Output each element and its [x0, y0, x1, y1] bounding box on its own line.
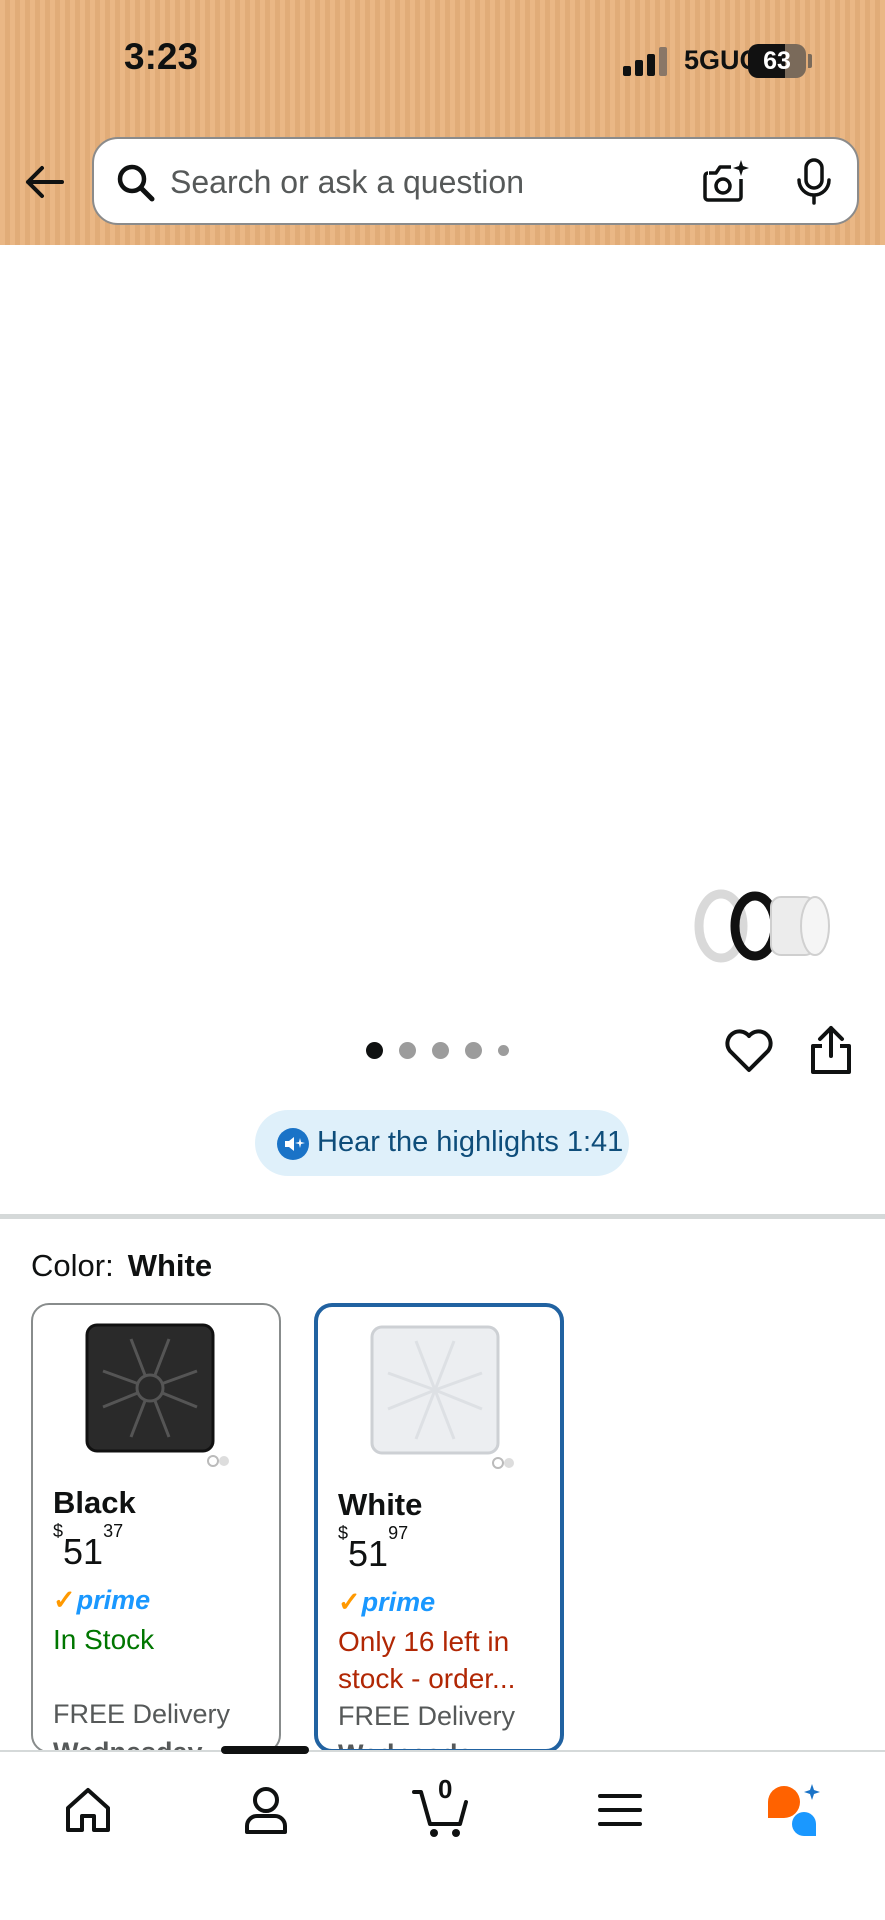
search-icon	[117, 164, 155, 202]
option-name: Black	[53, 1485, 136, 1520]
bottom-nav: 0	[0, 1746, 885, 1920]
carousel-dot[interactable]	[465, 1042, 482, 1059]
selected-color: White	[127, 1248, 213, 1283]
header: 3:23 5GUC 63	[0, 0, 885, 245]
swatch-image-white	[370, 1325, 514, 1469]
mic-icon[interactable]	[794, 157, 834, 207]
prime-check-icon: ✓	[338, 1587, 361, 1617]
cart-count: 0	[438, 1774, 453, 1804]
product-image[interactable]	[40, 235, 770, 885]
status-time: 3:23	[124, 36, 199, 77]
active-tab-indicator	[221, 1746, 309, 1754]
rufus-assistant-icon[interactable]	[764, 1780, 824, 1840]
option-name: White	[338, 1487, 423, 1522]
search-bar[interactable]	[92, 137, 859, 225]
stock-status: In Stock	[53, 1624, 155, 1655]
swatch-image-black	[85, 1323, 229, 1467]
prime-check-icon: ✓	[53, 1585, 76, 1615]
signal-icon	[623, 46, 669, 76]
color-label: Color:	[31, 1248, 114, 1283]
section-divider	[0, 1214, 885, 1219]
audio-sparkle-icon	[277, 1128, 309, 1160]
option-price: $5197	[338, 1523, 409, 1574]
carousel-dot[interactable]	[399, 1042, 416, 1059]
share-icon[interactable]	[808, 1024, 854, 1076]
hear-highlights-button[interactable]: Hear the highlights 1:41	[255, 1110, 629, 1176]
heart-icon[interactable]	[723, 1024, 775, 1076]
color-selector-heading: Color: White	[31, 1248, 212, 1284]
carousel-dot[interactable]	[498, 1045, 509, 1056]
accessory-thumbnail	[694, 889, 830, 963]
prime-badge: ✓prime	[338, 1587, 436, 1617]
delivery-info: FREE Delivery	[53, 1699, 231, 1729]
cart-button[interactable]: 0	[412, 1774, 472, 1840]
delivery-info: FREE Delivery	[338, 1701, 516, 1731]
search-input[interactable]	[170, 153, 660, 211]
carousel-dot[interactable]	[366, 1042, 383, 1059]
hear-highlights-label: Hear the highlights 1:41	[317, 1126, 624, 1158]
back-arrow-icon[interactable]	[22, 160, 66, 204]
menu-icon[interactable]	[590, 1780, 650, 1840]
option-price: $5137	[53, 1521, 124, 1572]
stock-status: Only 16 left in stock - order...	[338, 1626, 516, 1694]
carousel-dot[interactable]	[432, 1042, 449, 1059]
prime-badge: ✓prime	[53, 1585, 151, 1615]
battery-icon: 63	[748, 44, 806, 78]
camera-icon[interactable]	[701, 157, 751, 207]
account-icon[interactable]	[236, 1780, 296, 1840]
home-icon[interactable]	[58, 1780, 118, 1840]
battery-percent: 63	[763, 47, 791, 75]
color-option-black[interactable]: Black $5137 ✓prime In Stock FREE Deliver…	[31, 1303, 281, 1753]
color-option-white[interactable]: White $5197 ✓prime Only 16 left in stock…	[314, 1303, 564, 1753]
